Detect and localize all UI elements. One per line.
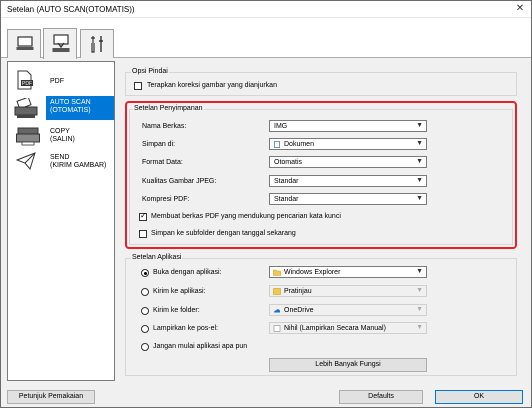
send-to-app-value: Pratinjau (284, 288, 312, 295)
close-icon[interactable]: ✕ (513, 3, 527, 15)
folder-icon (273, 269, 281, 276)
save-in-select[interactable]: Dokumen ▼ (269, 138, 427, 150)
chevron-down-icon: ▼ (416, 306, 423, 313)
send-to-app-label: Kirim ke aplikasi: (153, 288, 206, 295)
send-to-folder-value: OneDrive (284, 307, 314, 314)
document-icon (273, 325, 281, 332)
tab-general-settings[interactable] (80, 29, 114, 58)
open-with-radio[interactable] (141, 269, 149, 277)
title-bar: Setelan (AUTO SCAN(OTOMATIS)) ✕ (1, 1, 531, 18)
do-not-start-label: Jangan mulai aplikasi apa pun (153, 343, 248, 350)
save-settings-title: Setelan Penyimpanan (133, 105, 204, 112)
onedrive-icon (274, 309, 281, 313)
document-icon (274, 141, 280, 148)
chevron-down-icon: ▼ (416, 158, 423, 165)
save-in-label: Simpan di: (142, 141, 176, 148)
sidebar-item-send[interactable]: SEND (KIRIM GAMBAR) (8, 150, 114, 180)
chevron-down-icon: ▼ (416, 268, 423, 275)
data-format-select[interactable]: Otomatis ▼ (269, 156, 427, 168)
ok-button[interactable]: OK (435, 390, 523, 404)
pdf-compression-label: Kompresi PDF: (142, 196, 190, 203)
scan-type-list: PDF PDF AUTO SCAN (OTOMATIS) COPY (SALIN… (7, 61, 115, 381)
tab-bar (1, 18, 531, 59)
more-functions-button[interactable]: Lebih Banyak Fungsi (269, 358, 427, 372)
sidebar-item-pdf[interactable]: PDF PDF (8, 68, 114, 98)
sidebar-item-label: SEND (KIRIM GAMBAR) (50, 154, 107, 169)
send-to-app-select[interactable]: Pratinjau ▼ (269, 285, 427, 297)
send-icon (16, 152, 36, 170)
tab-scan-from-panel[interactable] (43, 28, 77, 59)
file-name-value: IMG (274, 123, 288, 130)
svg-text:PDF: PDF (22, 81, 32, 87)
copier-icon (16, 127, 40, 146)
sidebar-item-auto-scan[interactable]: AUTO SCAN (OTOMATIS) (46, 96, 114, 120)
auto-scan-icon (14, 98, 38, 118)
tools-icon (91, 36, 103, 53)
defaults-button[interactable]: Defaults (339, 390, 423, 404)
jpeg-quality-select[interactable]: Standar ▼ (269, 175, 427, 187)
instructions-button[interactable]: Petunjuk Pemakaian (7, 390, 95, 404)
open-with-select[interactable]: Windows Explorer ▼ (269, 266, 427, 278)
apply-correction-label: Terapkan koreksi gambar yang dianjurkan (147, 82, 277, 89)
pdf-compression-value: Standar (274, 196, 299, 203)
chevron-down-icon: ▼ (416, 122, 423, 129)
data-format-value: Otomatis (274, 159, 303, 166)
preview-icon (273, 288, 281, 295)
chevron-down-icon: ▼ (416, 140, 423, 147)
scan-options-title: Opsi Pindai (131, 68, 169, 75)
jpeg-quality-value: Standar (274, 178, 299, 185)
keyword-pdf-checkbox[interactable] (139, 211, 147, 221)
sidebar-item-label: PDF (50, 78, 64, 85)
send-to-folder-radio[interactable] (141, 307, 149, 315)
keyword-pdf-label: Membuat berkas PDF yang mendukung pencar… (151, 213, 341, 220)
save-in-value: Dokumen (284, 141, 314, 148)
apply-correction-checkbox[interactable] (134, 82, 142, 90)
open-with-value: Windows Explorer (284, 269, 341, 276)
chevron-down-icon: ▼ (416, 177, 423, 184)
subfolder-label: Simpan ke subfolder dengan tanggal sekar… (151, 230, 296, 237)
jpeg-quality-label: Kualitas Gambar JPEG: (142, 178, 217, 185)
chevron-down-icon: ▼ (416, 324, 423, 331)
scanner-panel-icon (52, 34, 70, 52)
attach-email-select[interactable]: Nihil (Lampirkan Secara Manual) ▼ (269, 322, 427, 334)
subfolder-checkbox[interactable] (139, 230, 147, 238)
window-title: Setelan (AUTO SCAN(OTOMATIS)) (7, 5, 135, 14)
sidebar-item-label: COPY (SALIN) (50, 128, 75, 143)
attach-email-radio[interactable] (141, 325, 149, 333)
settings-window: Setelan (AUTO SCAN(OTOMATIS)) ✕ PDF PDF … (0, 0, 532, 408)
attach-email-label: Lampirkan ke pos-el: (153, 325, 218, 332)
tab-scan-from-computer[interactable] (7, 29, 41, 58)
data-format-label: Format Data: (142, 159, 183, 166)
pdf-icon: PDF (17, 70, 33, 90)
file-name-input[interactable]: IMG ▼ (269, 120, 427, 132)
chevron-down-icon: ▼ (416, 287, 423, 294)
attach-email-value: Nihil (Lampirkan Secara Manual) (284, 325, 386, 332)
do-not-start-radio[interactable] (141, 343, 149, 351)
pdf-compression-select[interactable]: Standar ▼ (269, 193, 427, 205)
send-to-app-radio[interactable] (141, 288, 149, 296)
file-name-label: Nama Berkas: (142, 123, 187, 130)
send-to-folder-select[interactable]: OneDrive ▼ (269, 304, 427, 316)
chevron-down-icon: ▼ (416, 195, 423, 202)
computer-icon (16, 36, 34, 50)
send-to-folder-label: Kirim ke folder: (153, 307, 200, 314)
app-settings-title: Setelan Aplikasi (131, 254, 183, 261)
sidebar-item-label: AUTO SCAN (OTOMATIS) (50, 99, 91, 114)
open-with-label: Buka dengan aplikasi: (153, 269, 222, 276)
